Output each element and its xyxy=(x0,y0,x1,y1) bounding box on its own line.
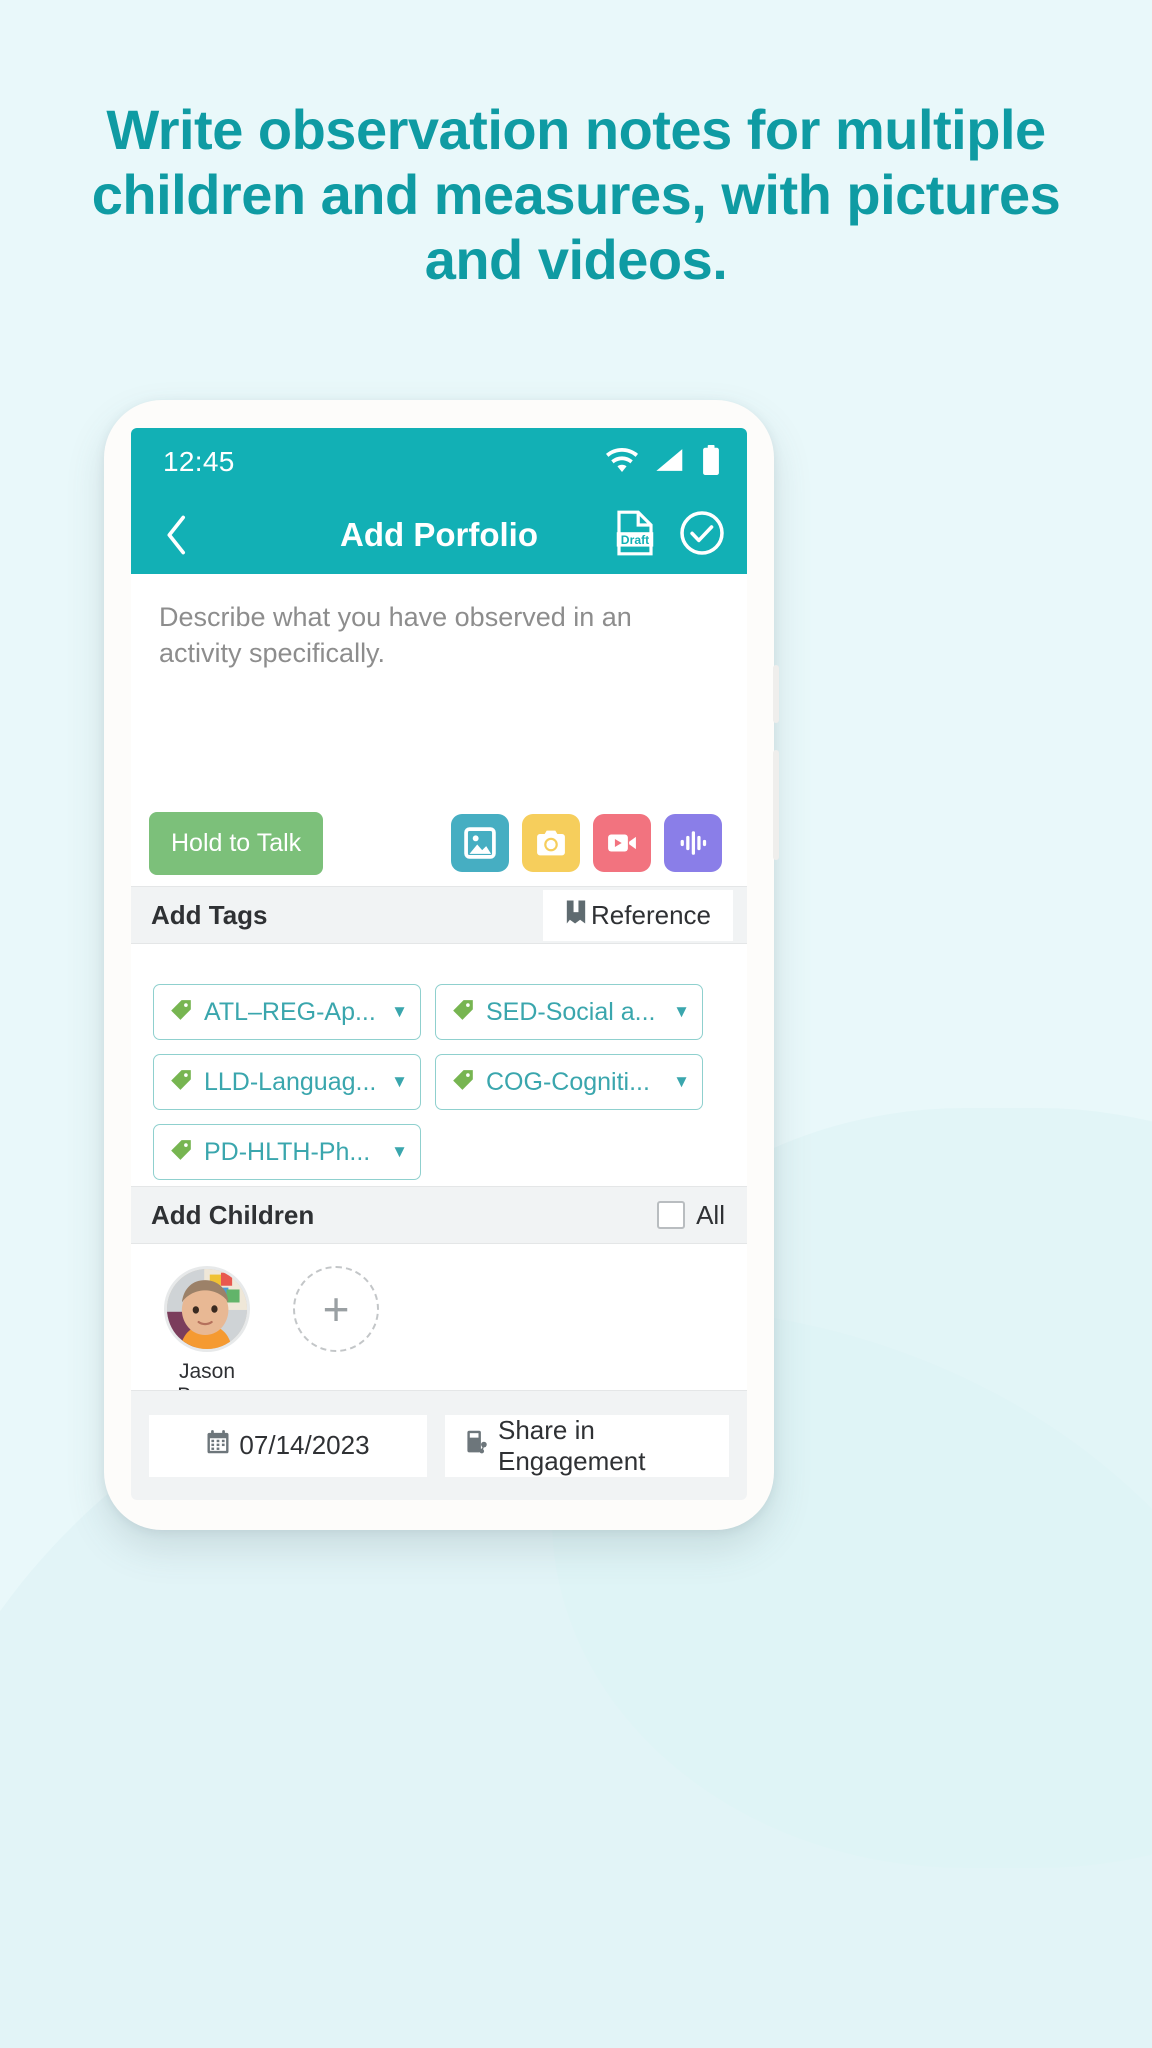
chevron-down-icon: ▼ xyxy=(391,1072,408,1091)
phone-screen: 12:45 Add Porfolio Draft Describe what y… xyxy=(131,428,747,1500)
chevron-down-icon: ▼ xyxy=(673,1072,690,1091)
tag-select[interactable]: ATL–REG-Ap... ▼ xyxy=(153,984,421,1040)
tag-icon xyxy=(168,1067,194,1098)
status-bar: 12:45 xyxy=(131,428,747,496)
nav-actions: Draft xyxy=(613,509,725,562)
media-buttons xyxy=(451,814,722,872)
chevron-down-icon: ▼ xyxy=(673,1002,690,1021)
tag-label: PD-HLTH-Ph... xyxy=(204,1137,371,1166)
add-tags-title: Add Tags xyxy=(151,899,268,930)
status-icons xyxy=(605,444,721,480)
camera-icon[interactable] xyxy=(522,814,580,872)
tags-grid: ATL–REG-Ap... ▼ SED-Social a... ▼ LLD-La… xyxy=(131,984,747,1180)
tag-label: COG-Cogniti... xyxy=(486,1067,650,1096)
add-child-button[interactable]: + xyxy=(293,1266,379,1352)
tag-label: LLD-Languag... xyxy=(204,1067,377,1096)
tag-icon xyxy=(168,997,194,1028)
reference-label: Reference xyxy=(591,899,711,930)
video-icon[interactable] xyxy=(593,814,651,872)
draft-icon-label: Draft xyxy=(621,532,649,546)
back-chevron-icon[interactable] xyxy=(155,515,199,555)
tag-select[interactable]: PD-HLTH-Ph... ▼ xyxy=(153,1124,421,1180)
tag-select[interactable]: COG-Cogniti... ▼ xyxy=(435,1054,703,1110)
tag-icon xyxy=(168,1137,194,1168)
wifi-icon xyxy=(605,447,639,478)
share-in-engagement-button[interactable]: Share in Engagement xyxy=(445,1414,729,1477)
page-headline: Write observation notes for multiple chi… xyxy=(91,98,1061,291)
chevron-down-icon: ▼ xyxy=(391,1002,408,1021)
select-all-children[interactable]: All xyxy=(657,1200,733,1231)
all-label: All xyxy=(696,1199,725,1230)
signal-icon xyxy=(655,447,685,478)
observation-note-area[interactable]: Describe what you have observed in an ac… xyxy=(131,574,747,800)
date-button[interactable]: 07/14/2023 xyxy=(149,1414,427,1477)
tag-label: ATL–REG-Ap... xyxy=(204,997,376,1026)
phone-mockup: 12:45 Add Porfolio Draft Describe what y… xyxy=(104,400,779,1530)
phone-volume-button xyxy=(773,665,779,723)
add-children-title: Add Children xyxy=(151,1199,315,1230)
children-list: Jason Brown + xyxy=(131,1244,747,1407)
reference-button[interactable]: Reference xyxy=(543,889,733,941)
footer-bar: 07/14/2023 Share in Engagement xyxy=(131,1390,747,1500)
battery-icon xyxy=(701,444,721,480)
share-icon xyxy=(465,1429,489,1462)
tag-select[interactable]: SED-Social a... ▼ xyxy=(435,984,703,1040)
talk-media-row: Hold to Talk xyxy=(131,800,747,886)
chevron-down-icon: ▼ xyxy=(391,1142,408,1161)
share-label: Share in Engagement xyxy=(498,1414,646,1476)
all-checkbox[interactable] xyxy=(657,1201,686,1229)
avatar xyxy=(164,1266,250,1352)
hold-to-talk-button[interactable]: Hold to Talk xyxy=(149,811,324,875)
child-item[interactable]: Jason Brown xyxy=(155,1266,259,1408)
gallery-icon[interactable] xyxy=(451,814,509,872)
tag-select[interactable]: LLD-Languag... ▼ xyxy=(153,1054,421,1110)
draft-icon[interactable]: Draft xyxy=(613,509,657,562)
tags-container: ATL–REG-Ap... ▼ SED-Social a... ▼ LLD-La… xyxy=(131,944,747,1186)
tag-icon xyxy=(450,1067,476,1098)
submit-check-icon[interactable] xyxy=(679,510,725,561)
note-placeholder: Describe what you have observed in an ac… xyxy=(159,602,632,668)
phone-power-button xyxy=(773,750,779,860)
status-time: 12:45 xyxy=(163,446,235,477)
nav-bar: Add Porfolio Draft xyxy=(131,496,747,574)
add-children-header: Add Children All xyxy=(131,1186,747,1244)
tag-icon xyxy=(450,997,476,1028)
tag-label: SED-Social a... xyxy=(486,997,656,1026)
calendar-icon xyxy=(206,1429,230,1462)
add-tags-header: Add Tags Reference xyxy=(131,886,747,944)
book-icon xyxy=(565,899,587,932)
date-value: 07/14/2023 xyxy=(239,1430,370,1460)
audio-icon[interactable] xyxy=(664,814,722,872)
